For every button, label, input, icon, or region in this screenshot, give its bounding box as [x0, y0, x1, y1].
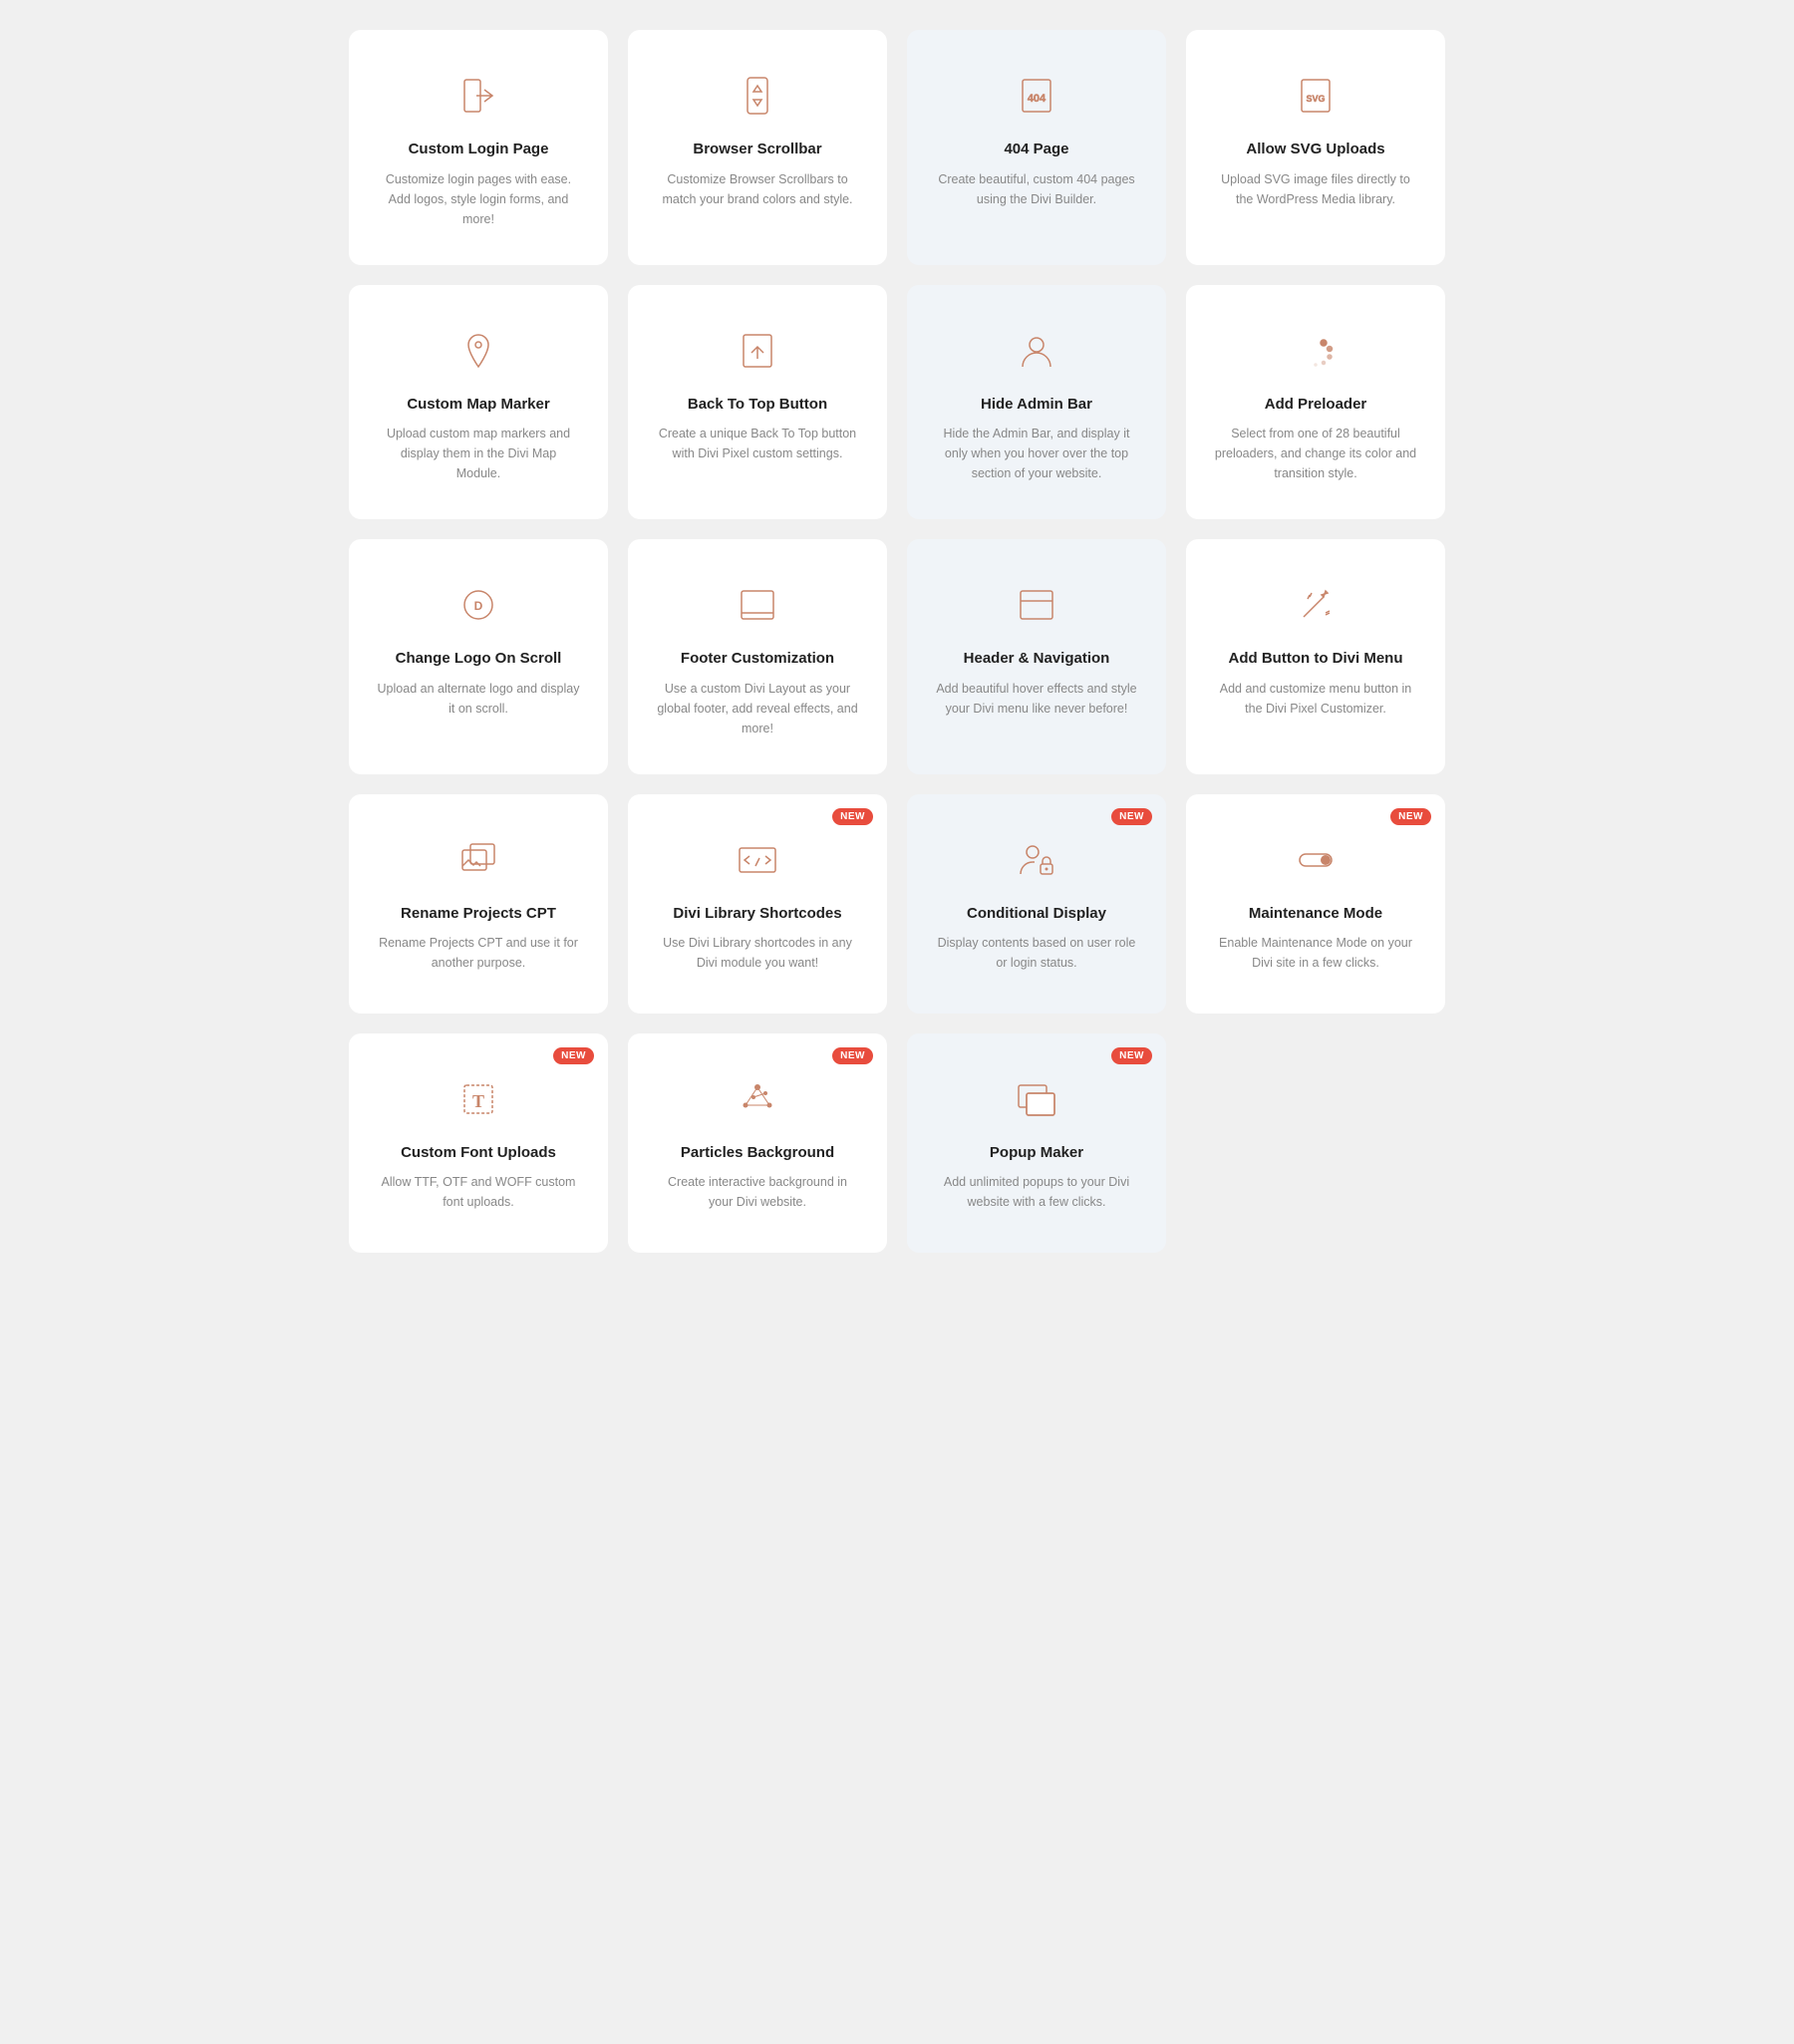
features-grid: Custom Login Page Customize login pages …	[349, 30, 1445, 1253]
card-header-navigation[interactable]: Header & Navigation Add beautiful hover …	[907, 539, 1166, 774]
hide-admin-bar-icon	[1011, 325, 1062, 377]
maintenance-mode-title: Maintenance Mode	[1249, 904, 1382, 924]
svg-text:T: T	[472, 1091, 484, 1111]
svg-text:SVG: SVG	[1306, 94, 1325, 104]
card-popup-maker[interactable]: NEW Popup Maker Add unlimited popups to …	[907, 1033, 1166, 1253]
conditional-display-desc: Display contents based on user role or l…	[935, 933, 1138, 973]
custom-font-uploads-desc: Allow TTF, OTF and WOFF custom font uplo…	[377, 1172, 580, 1212]
404-page-desc: Create beautiful, custom 404 pages using…	[935, 169, 1138, 209]
card-add-preloader[interactable]: Add Preloader Select from one of 28 beau…	[1186, 285, 1445, 520]
footer-customization-desc: Use a custom Divi Layout as your global …	[656, 679, 859, 738]
badge-new: NEW	[553, 1047, 594, 1064]
card-add-button-divi-menu[interactable]: Add Button to Divi Menu Add and customiz…	[1186, 539, 1445, 774]
card-rename-projects-cpt[interactable]: Rename Projects CPT Rename Projects CPT …	[349, 794, 608, 1014]
change-logo-on-scroll-icon: D	[452, 579, 504, 631]
divi-library-shortcodes-icon	[732, 834, 783, 886]
popup-maker-icon	[1011, 1073, 1062, 1125]
allow-svg-uploads-icon: SVG	[1290, 70, 1342, 122]
rename-projects-cpt-title: Rename Projects CPT	[401, 904, 556, 924]
badge-new: NEW	[832, 1047, 873, 1064]
rename-projects-cpt-desc: Rename Projects CPT and use it for anoth…	[377, 933, 580, 973]
browser-scrollbar-title: Browser Scrollbar	[693, 140, 821, 159]
card-browser-scrollbar[interactable]: Browser Scrollbar Customize Browser Scro…	[628, 30, 887, 265]
add-button-divi-menu-title: Add Button to Divi Menu	[1229, 649, 1403, 669]
conditional-display-icon	[1011, 834, 1062, 886]
particles-background-title: Particles Background	[681, 1143, 834, 1163]
allow-svg-uploads-desc: Upload SVG image files directly to the W…	[1214, 169, 1417, 209]
badge-new: NEW	[832, 808, 873, 825]
svg-text:D: D	[474, 599, 483, 613]
maintenance-mode-desc: Enable Maintenance Mode on your Divi sit…	[1214, 933, 1417, 973]
add-preloader-title: Add Preloader	[1265, 395, 1367, 415]
custom-map-marker-title: Custom Map Marker	[407, 395, 549, 415]
card-maintenance-mode[interactable]: NEW Maintenance Mode Enable Maintenance …	[1186, 794, 1445, 1014]
particles-background-desc: Create interactive background in your Di…	[656, 1172, 859, 1212]
custom-font-uploads-icon: T	[452, 1073, 504, 1125]
hide-admin-bar-desc: Hide the Admin Bar, and display it only …	[935, 424, 1138, 483]
card-allow-svg-uploads[interactable]: SVG Allow SVG Uploads Upload SVG image f…	[1186, 30, 1445, 265]
card-conditional-display[interactable]: NEW Conditional Display Display contents…	[907, 794, 1166, 1014]
divi-library-shortcodes-title: Divi Library Shortcodes	[673, 904, 841, 924]
badge-new: NEW	[1111, 808, 1152, 825]
footer-customization-title: Footer Customization	[681, 649, 834, 669]
browser-scrollbar-desc: Customize Browser Scrollbars to match yo…	[656, 169, 859, 209]
card-hide-admin-bar[interactable]: Hide Admin Bar Hide the Admin Bar, and d…	[907, 285, 1166, 520]
back-to-top-button-title: Back To Top Button	[688, 395, 827, 415]
header-navigation-title: Header & Navigation	[964, 649, 1110, 669]
card-back-to-top-button[interactable]: Back To Top Button Create a unique Back …	[628, 285, 887, 520]
hide-admin-bar-title: Hide Admin Bar	[981, 395, 1092, 415]
header-navigation-icon	[1011, 579, 1062, 631]
back-to-top-button-icon	[732, 325, 783, 377]
404-page-icon: 404	[1011, 70, 1062, 122]
rename-projects-cpt-icon	[452, 834, 504, 886]
card-change-logo-on-scroll[interactable]: D Change Logo On Scroll Upload an altern…	[349, 539, 608, 774]
particles-background-icon	[732, 1073, 783, 1125]
404-page-title: 404 Page	[1004, 140, 1068, 159]
card-divi-library-shortcodes[interactable]: NEW Divi Library Shortcodes Use Divi Lib…	[628, 794, 887, 1014]
card-custom-font-uploads[interactable]: NEW T Custom Font Uploads Allow TTF, OTF…	[349, 1033, 608, 1253]
custom-login-page-desc: Customize login pages with ease. Add log…	[377, 169, 580, 229]
conditional-display-title: Conditional Display	[967, 904, 1106, 924]
custom-map-marker-icon	[452, 325, 504, 377]
custom-login-page-title: Custom Login Page	[409, 140, 549, 159]
add-button-divi-menu-icon	[1290, 579, 1342, 631]
footer-customization-icon	[732, 579, 783, 631]
popup-maker-title: Popup Maker	[990, 1143, 1083, 1163]
svg-text:404: 404	[1028, 93, 1046, 105]
card-custom-map-marker[interactable]: Custom Map Marker Upload custom map mark…	[349, 285, 608, 520]
add-preloader-desc: Select from one of 28 beautiful preloade…	[1214, 424, 1417, 483]
custom-font-uploads-title: Custom Font Uploads	[401, 1143, 556, 1163]
change-logo-on-scroll-title: Change Logo On Scroll	[396, 649, 562, 669]
header-navigation-desc: Add beautiful hover effects and style yo…	[935, 679, 1138, 719]
divi-library-shortcodes-desc: Use Divi Library shortcodes in any Divi …	[656, 933, 859, 973]
change-logo-on-scroll-desc: Upload an alternate logo and display it …	[377, 679, 580, 719]
add-button-divi-menu-desc: Add and customize menu button in the Div…	[1214, 679, 1417, 719]
custom-login-page-icon	[452, 70, 504, 122]
browser-scrollbar-icon	[732, 70, 783, 122]
badge-new: NEW	[1111, 1047, 1152, 1064]
back-to-top-button-desc: Create a unique Back To Top button with …	[656, 424, 859, 463]
add-preloader-icon	[1290, 325, 1342, 377]
card-404-page[interactable]: 404 404 Page Create beautiful, custom 40…	[907, 30, 1166, 265]
card-custom-login-page[interactable]: Custom Login Page Customize login pages …	[349, 30, 608, 265]
card-particles-background[interactable]: NEW Particles Background Create interact…	[628, 1033, 887, 1253]
maintenance-mode-icon	[1290, 834, 1342, 886]
card-footer-customization[interactable]: Footer Customization Use a custom Divi L…	[628, 539, 887, 774]
allow-svg-uploads-title: Allow SVG Uploads	[1246, 140, 1384, 159]
custom-map-marker-desc: Upload custom map markers and display th…	[377, 424, 580, 483]
popup-maker-desc: Add unlimited popups to your Divi websit…	[935, 1172, 1138, 1212]
badge-new: NEW	[1390, 808, 1431, 825]
